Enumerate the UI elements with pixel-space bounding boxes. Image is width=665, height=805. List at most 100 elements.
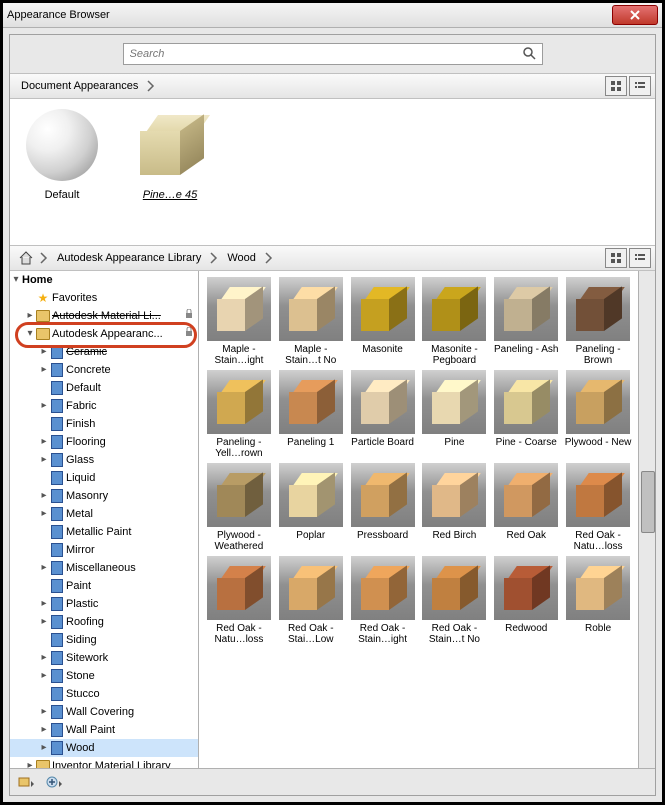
material-item[interactable]: Plywood - Weathered [205, 463, 273, 552]
material-item[interactable]: Masonite [349, 277, 417, 366]
tree-item[interactable]: ▸Plastic [10, 595, 198, 613]
doc-appearance-item[interactable]: Default [16, 105, 108, 201]
expander-icon[interactable]: ▸ [38, 614, 50, 630]
material-gallery[interactable]: Maple - Stain…ightMaple - Stain…t NoMaso… [199, 271, 638, 768]
tree-item[interactable]: ▸Glass [10, 451, 198, 469]
material-item[interactable]: Roble [564, 556, 632, 645]
expander-icon[interactable]: ▸ [38, 488, 50, 504]
tree-label: Sitework [66, 650, 108, 666]
tree-item[interactable]: ▸Metal [10, 505, 198, 523]
expander-icon[interactable]: ▸ [38, 434, 50, 450]
expander-icon[interactable]: ▸ [38, 704, 50, 720]
tree-item[interactable]: Siding [10, 631, 198, 649]
library-tree[interactable]: ▾Home★Favorites▸Autodesk Material Li...▾… [10, 271, 199, 768]
home-button[interactable] [14, 246, 38, 270]
doc-appearance-item[interactable]: Pine…e 45 [124, 105, 216, 201]
search-box[interactable] [123, 43, 543, 65]
tree-item[interactable]: ▸Wall Covering [10, 703, 198, 721]
material-item[interactable]: Paneling 1 [277, 370, 345, 459]
tree-item[interactable]: Metallic Paint [10, 523, 198, 541]
expander-icon[interactable]: ▸ [38, 596, 50, 612]
expander-icon[interactable]: ▸ [38, 740, 50, 756]
tree-item[interactable]: ▸Concrete [10, 361, 198, 379]
tree-item[interactable]: Liquid [10, 469, 198, 487]
expander-icon[interactable]: ▸ [38, 650, 50, 666]
material-item[interactable]: Particle Board [349, 370, 417, 459]
material-item[interactable]: Red Birch [421, 463, 489, 552]
expander-icon[interactable]: ▸ [24, 308, 36, 324]
tree-item[interactable]: ▸Flooring [10, 433, 198, 451]
material-item[interactable]: Red Oak - Stai…Low [277, 556, 345, 645]
material-item[interactable]: Plywood - New [564, 370, 632, 459]
expander-icon[interactable]: ▸ [38, 668, 50, 684]
breadcrumb-item[interactable]: Document Appearances [14, 74, 145, 98]
expander-icon[interactable]: ▸ [38, 344, 50, 360]
tree-item[interactable]: Default [10, 379, 198, 397]
tree-item[interactable]: ▸Masonry [10, 487, 198, 505]
scrollbar-thumb[interactable] [641, 471, 655, 533]
folder-icon [36, 759, 50, 768]
tree-item[interactable]: Finish [10, 415, 198, 433]
material-item[interactable]: Red Oak [492, 463, 560, 552]
material-item[interactable]: Red Oak - Stain…t No [421, 556, 489, 645]
expander-icon[interactable]: ▸ [38, 722, 50, 738]
material-item[interactable]: Masonite - Pegboard [421, 277, 489, 366]
material-item[interactable]: Pine [421, 370, 489, 459]
material-item[interactable]: Paneling - Yell…rown [205, 370, 273, 459]
search-icon [522, 46, 538, 62]
chevron-right-icon[interactable] [263, 247, 275, 269]
tree-item[interactable]: ▸Ceramic [10, 343, 198, 361]
material-item[interactable]: Pine - Coarse [492, 370, 560, 459]
tree-item[interactable]: ▸Wood [10, 739, 198, 757]
tree-item[interactable]: ▸Inventor Material Library [10, 757, 198, 768]
tree-root[interactable]: ▾Home [10, 271, 198, 289]
search-input[interactable] [128, 47, 522, 61]
tree-item[interactable]: ▾Autodesk Appearanc... [10, 325, 198, 343]
tree-item[interactable]: ▸Autodesk Material Li... [10, 307, 198, 325]
tree-item[interactable]: ▸Wall Paint [10, 721, 198, 739]
expander-icon[interactable]: ▸ [24, 758, 36, 768]
material-item[interactable]: Redwood [492, 556, 560, 645]
library-menu-button[interactable] [16, 773, 36, 791]
material-item[interactable]: Paneling - Brown [564, 277, 632, 366]
tree-item[interactable]: Paint [10, 577, 198, 595]
material-item[interactable]: Red Oak - Natu…loss [564, 463, 632, 552]
material-item[interactable]: Red Oak - Natu…loss [205, 556, 273, 645]
expander-icon[interactable]: ▸ [38, 398, 50, 414]
tree-label: Favorites [52, 290, 97, 306]
grid-view-button[interactable] [605, 248, 627, 268]
chevron-right-icon[interactable] [208, 247, 220, 269]
expander-icon[interactable]: ▾ [24, 326, 36, 342]
material-item[interactable]: Red Oak - Stain…ight [349, 556, 417, 645]
expander-icon[interactable]: ▸ [38, 560, 50, 576]
tree-item[interactable]: ▸Stone [10, 667, 198, 685]
tree-item[interactable]: ▸Roofing [10, 613, 198, 631]
add-menu-button[interactable] [44, 773, 64, 791]
close-button[interactable] [612, 5, 658, 25]
material-item[interactable]: Poplar [277, 463, 345, 552]
cube-icon [217, 287, 261, 331]
tree-item[interactable]: ▸Fabric [10, 397, 198, 415]
scrollbar[interactable] [638, 271, 655, 768]
tree-item[interactable]: Stucco [10, 685, 198, 703]
expander-icon[interactable]: ▸ [38, 362, 50, 378]
chevron-right-icon[interactable] [38, 247, 50, 269]
breadcrumb-item[interactable]: Wood [220, 246, 263, 270]
breadcrumb-item[interactable]: Autodesk Appearance Library [50, 246, 208, 270]
expander-icon[interactable]: ▸ [38, 506, 50, 522]
material-item[interactable]: Paneling - Ash [492, 277, 560, 366]
expander-icon[interactable]: ▸ [38, 452, 50, 468]
cube-icon [289, 287, 333, 331]
material-item[interactable]: Maple - Stain…ight [205, 277, 273, 366]
tree-item[interactable]: ▸ Sitework [10, 649, 198, 667]
tree-item[interactable]: Mirror [10, 541, 198, 559]
list-view-button[interactable] [629, 76, 651, 96]
tree-item[interactable]: ★Favorites [10, 289, 198, 307]
grid-view-button[interactable] [605, 76, 627, 96]
tree-item[interactable]: ▸Miscellaneous [10, 559, 198, 577]
material-item[interactable]: Pressboard [349, 463, 417, 552]
item-label: Maple - Stain…t No [277, 344, 345, 366]
list-view-button[interactable] [629, 248, 651, 268]
material-item[interactable]: Maple - Stain…t No [277, 277, 345, 366]
chevron-right-icon[interactable] [145, 75, 157, 97]
